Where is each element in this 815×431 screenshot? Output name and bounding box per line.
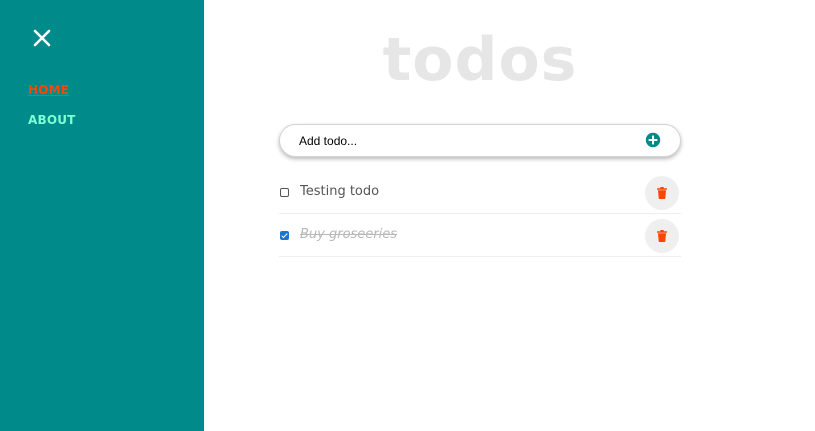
todo-text: Buy groseeries [300,227,398,242]
delete-todo-button[interactable] [645,219,679,253]
add-todo-input[interactable] [299,125,629,156]
sidebar-nav: HOME ABOUT [28,83,76,127]
trash-icon [657,230,667,242]
todo-checkbox[interactable] [280,231,289,240]
todo-list: Testing todo Buy groseeries [279,171,681,257]
close-icon [33,29,51,47]
delete-todo-button[interactable] [645,176,679,210]
todo-item: Buy groseeries [279,214,681,257]
trash-icon [657,187,667,199]
nav-item-about: ABOUT [28,113,76,127]
app: HOME ABOUT todos Testing todo [0,0,815,431]
nav-link-about[interactable]: ABOUT [28,113,76,127]
plus-circle-icon [645,132,661,148]
todo-text: Testing todo [300,184,380,199]
close-sidebar-button[interactable] [31,27,53,49]
todo-item: Testing todo [279,171,681,214]
add-todo-form [279,124,681,157]
nav-link-home[interactable]: HOME [28,83,76,97]
add-todo-button[interactable] [645,132,661,148]
sidebar: HOME ABOUT [0,0,204,431]
todo-checkbox[interactable] [280,188,289,197]
nav-item-home: HOME [28,83,76,97]
main-content: todos Testing todo [204,0,815,431]
page-title: todos [382,25,578,95]
